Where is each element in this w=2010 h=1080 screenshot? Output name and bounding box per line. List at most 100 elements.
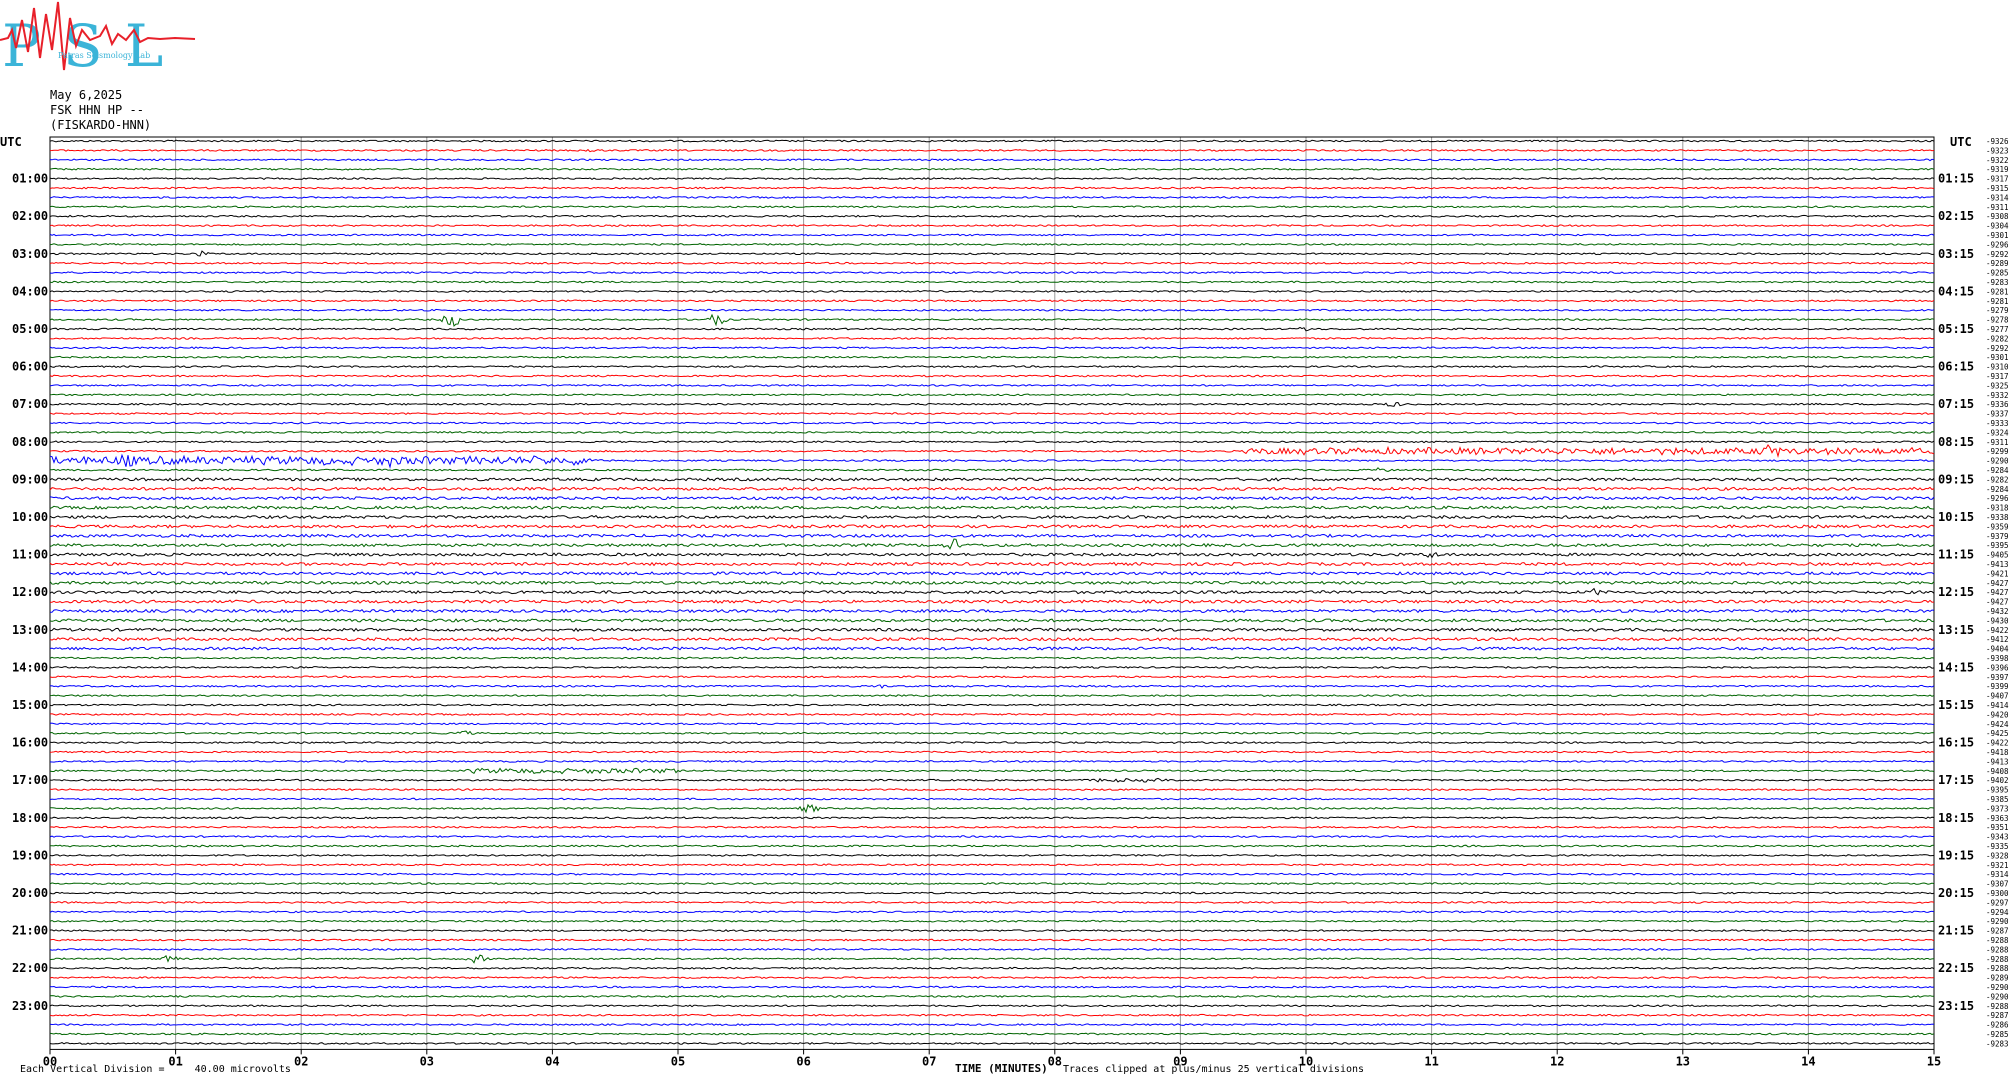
- trace-offset: -9286: [1986, 1021, 2009, 1030]
- hour-label-left: 15:00: [12, 698, 48, 712]
- x-tick-label: 07: [922, 1054, 936, 1068]
- hour-label-right: 06:15: [1938, 360, 1974, 374]
- hour-label-left: 08:00: [12, 435, 48, 449]
- trace-line: [49, 412, 1935, 416]
- trace-offset: -9288: [1986, 1002, 2009, 1011]
- trace-line: [49, 538, 1935, 550]
- trace-line: [49, 627, 1935, 632]
- trace-line: [49, 233, 1935, 237]
- trace-line: [49, 966, 1935, 970]
- trace-offset: -9317: [1986, 175, 2009, 184]
- trace-line: [49, 777, 1934, 783]
- trace-offset: -9289: [1986, 259, 2009, 268]
- trace-line: [49, 910, 1935, 914]
- trace-line: [49, 443, 1935, 459]
- trace-offset: -9332: [1986, 391, 2009, 400]
- trace-offset: -9422: [1986, 739, 2009, 748]
- hour-label-right: 13:15: [1938, 623, 1974, 637]
- scale-prefix: Each Vertical Division =: [20, 1064, 165, 1075]
- trace-line: [49, 158, 1935, 162]
- hour-label-left: 12:00: [12, 585, 48, 599]
- trace-line: [49, 365, 1935, 369]
- trace-line: [50, 608, 1935, 614]
- trace-line: [49, 722, 1935, 726]
- trace-offset: -9427: [1986, 579, 2009, 588]
- trace-offset: -9324: [1986, 428, 2009, 437]
- trace-offset: -9287: [1986, 1011, 2009, 1020]
- scale-value: 40.00 microvolts: [194, 1064, 291, 1075]
- left-utc-label: UTC: [0, 135, 22, 149]
- trace-offset: -9427: [1986, 588, 2009, 597]
- trace-line: [49, 177, 1935, 181]
- trace-offset: -9288: [1986, 964, 2009, 973]
- trace-line: [49, 280, 1935, 284]
- hour-label-right: 19:15: [1938, 848, 1974, 862]
- trace-line: [49, 587, 1935, 596]
- trace-offset: -9395: [1986, 786, 2009, 795]
- trace-offset: -9314: [1986, 870, 2009, 879]
- trace-offset: -9337: [1986, 410, 2009, 419]
- trace-offset: -9404: [1986, 645, 2009, 654]
- trace-line: [49, 571, 1935, 576]
- trace-line: [49, 393, 1935, 397]
- trace-line: [49, 675, 1935, 679]
- trace-offset: -9310: [1986, 363, 2009, 372]
- hour-label-left: 23:00: [12, 999, 48, 1013]
- trace-offset: -9292: [1986, 250, 2009, 259]
- trace-line: [49, 901, 1935, 904]
- trace-line: [49, 374, 1935, 378]
- trace-line: [49, 486, 1935, 491]
- trace-line: [49, 703, 1934, 707]
- hour-label-right: 15:15: [1938, 698, 1974, 712]
- trace-offset: -9288: [1986, 945, 2009, 954]
- trace-line: [49, 1023, 1935, 1027]
- trace-line: [49, 299, 1935, 303]
- trace-offset: -9294: [1986, 908, 2009, 917]
- trace-line: [49, 326, 1935, 332]
- trace-offset: -9427: [1986, 598, 2009, 607]
- trace-line: [49, 665, 1935, 669]
- hour-label-right: 07:15: [1938, 397, 1974, 411]
- trace-line: [49, 656, 1935, 660]
- trace-line: [49, 401, 1935, 407]
- trace-line: [49, 797, 1935, 801]
- trace-offset: -9318: [1986, 504, 2009, 513]
- trace-line: [49, 313, 1935, 327]
- trace-line: [49, 994, 1935, 998]
- trace-line: [49, 1013, 1935, 1017]
- trace-line: [49, 816, 1935, 820]
- trace-offset: -9413: [1986, 560, 2009, 569]
- trace-line: [49, 421, 1935, 425]
- trace-line: [49, 636, 1935, 642]
- trace-line: [49, 496, 1935, 501]
- trace-offset: -9363: [1986, 814, 2009, 823]
- trace-line: [49, 863, 1935, 867]
- trace-line: [49, 580, 1935, 586]
- trace-offset: -9414: [1986, 701, 2009, 710]
- hour-label-right: 18:15: [1938, 811, 1974, 825]
- hour-label-right: 02:15: [1938, 209, 1974, 223]
- trace-offset: -9307: [1986, 880, 2009, 889]
- trace-offset: -9301: [1986, 353, 2009, 362]
- trace-line: [49, 346, 1935, 350]
- hour-label-left: 17:00: [12, 773, 48, 787]
- trace-offset: -9281: [1986, 297, 2009, 306]
- trace-offset: -9333: [1986, 419, 2009, 428]
- hour-label-left: 22:00: [12, 961, 48, 975]
- trace-offset: -9296: [1986, 494, 2009, 503]
- trace-line: [49, 985, 1935, 989]
- trace-offset: -9321: [1986, 861, 2009, 870]
- trace-offset: -9285: [1986, 269, 2009, 278]
- trace-line: [49, 929, 1935, 933]
- trace-line: [49, 148, 1935, 153]
- trace-offset: -9283: [1986, 278, 2009, 287]
- trace-offset: -9290: [1986, 983, 2009, 992]
- trace-line: [49, 835, 1934, 839]
- hour-label-right: 05:15: [1938, 322, 1974, 336]
- hour-label-right: 03:15: [1938, 247, 1974, 261]
- trace-offset: -9319: [1986, 165, 2009, 174]
- trace-line: [49, 741, 1935, 744]
- hour-label-left: 05:00: [12, 322, 48, 336]
- hour-label-left: 10:00: [12, 510, 48, 524]
- hour-label-left: 02:00: [12, 209, 48, 223]
